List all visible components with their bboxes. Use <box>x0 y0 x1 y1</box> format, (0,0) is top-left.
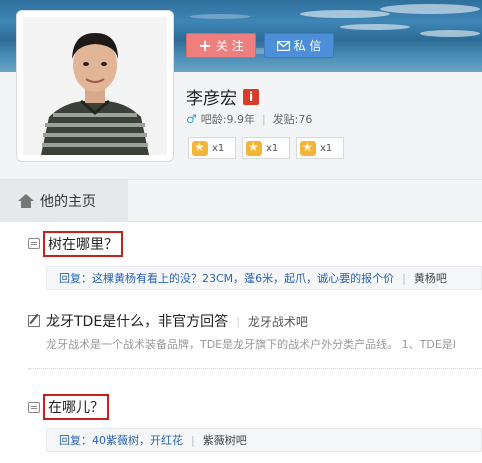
post-title-link[interactable]: 树在哪里？ <box>43 231 123 257</box>
forum-age: 吧龄:9.9年 <box>200 113 255 126</box>
tab-bar: 他的主页 <box>0 180 482 222</box>
medal-icon <box>192 140 208 156</box>
reply-text[interactable]: 40紫薇树，开红花 <box>92 432 183 448</box>
medal-item[interactable]: x1 <box>296 137 344 159</box>
medal-item[interactable]: x1 <box>188 137 236 159</box>
post-title[interactable]: 龙牙TDE是什么，非官方回答 <box>46 311 228 331</box>
reply-label: 回复： <box>59 434 92 447</box>
title-separator: | <box>236 314 240 328</box>
post-title-link[interactable]: 在哪儿？ <box>43 394 109 420</box>
user-name: 李彦宏 <box>186 89 237 109</box>
reply-snippet[interactable]: 回复： 40紫薇树，开红花 | 紫薇树吧 <box>46 428 482 452</box>
user-name-row: 李彦宏 i <box>186 84 259 109</box>
avatar[interactable] <box>23 17 167 155</box>
medal-icon <box>300 140 316 156</box>
medal-count: x1 <box>320 142 333 154</box>
avatar-frame[interactable] <box>16 10 174 162</box>
post-title-row: 龙牙TDE是什么，非官方回答 | 龙牙战术吧 <box>46 311 308 331</box>
avatar-photo <box>23 17 167 155</box>
feed-divider <box>28 368 482 369</box>
meta-separator: | <box>261 112 266 126</box>
tab-his-home[interactable]: 他的主页 <box>0 180 128 222</box>
home-icon <box>18 194 34 208</box>
follow-button[interactable]: + 关 注 <box>186 33 256 58</box>
message-button[interactable]: 私 信 <box>264 33 334 58</box>
edit-icon <box>28 315 40 327</box>
post-count: 发贴:76 <box>272 113 313 126</box>
medal-item[interactable]: x1 <box>242 137 290 159</box>
reply-text[interactable]: 这棵黄杨有看上的没？23CM，蓬6米，起爪，诚心要的报个价 <box>92 270 394 286</box>
medal-count: x1 <box>266 142 279 154</box>
reply-snippet[interactable]: 回复： 这棵黄杨有看上的没？23CM，蓬6米，起爪，诚心要的报个价 | 黄杨吧 <box>46 266 482 290</box>
forum-link[interactable]: 龙牙战术吧 <box>248 313 308 330</box>
medal-count: x1 <box>212 142 225 154</box>
reply-label: 回复： <box>59 272 92 285</box>
message-label: 私 信 <box>293 39 322 53</box>
reply-separator: | <box>402 271 406 285</box>
envelope-icon <box>276 40 290 51</box>
forum-link[interactable]: 黄杨吧 <box>414 270 447 286</box>
medal-list: x1 x1 x1 <box>188 137 344 159</box>
medal-icon <box>246 140 262 156</box>
plus-icon: + <box>198 35 212 55</box>
forum-link[interactable]: 紫薇树吧 <box>203 432 247 448</box>
post-title: 在哪儿？ <box>48 400 104 416</box>
male-gender-icon: ♂ <box>186 112 197 126</box>
follow-label: 关 注 <box>215 39 244 53</box>
info-badge-icon[interactable]: i <box>243 88 259 105</box>
post-icon <box>28 402 40 413</box>
post-title: 树在哪里？ <box>48 237 118 253</box>
post-abstract: 龙牙战术是一个战术装备品牌，TDE是龙牙旗下的战术户外分类产品线。 1、TDE是… <box>46 338 457 351</box>
post-icon <box>28 238 40 249</box>
reply-separator: | <box>191 433 195 447</box>
tab-home-label: 他的主页 <box>40 194 96 210</box>
user-meta: ♂ 吧龄:9.9年 | 发贴:76 <box>186 111 312 127</box>
